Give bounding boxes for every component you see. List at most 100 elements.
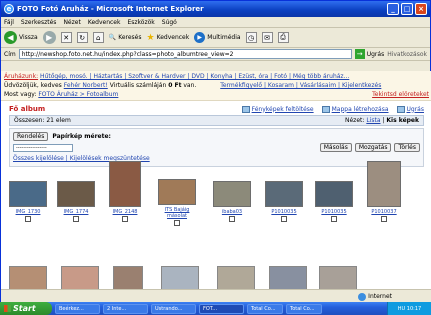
- thumbnail-caption[interactable]: IMG_2148: [113, 209, 138, 215]
- shop-label: Áruházunk:: [4, 73, 39, 80]
- menu-edit[interactable]: Szerkesztés: [21, 19, 57, 26]
- thumbnail-image[interactable]: [367, 161, 401, 207]
- thumbnail-image[interactable]: [61, 266, 99, 289]
- thumbnail-image[interactable]: [109, 161, 141, 207]
- thumbnail-item[interactable]: P1010037: [367, 159, 401, 222]
- thumbnail-caption[interactable]: IMG_1774: [64, 209, 89, 215]
- menu-file[interactable]: Fájl: [4, 19, 14, 26]
- thumbnail-checkbox[interactable]: [25, 216, 31, 222]
- prev-views-link[interactable]: Tekintsd elöreteket: [372, 90, 429, 99]
- thumbnail-caption[interactable]: ibaba03: [222, 209, 242, 215]
- thumbnail-image[interactable]: [57, 181, 95, 207]
- thumbnail-checkbox[interactable]: [174, 220, 180, 226]
- user-link[interactable]: Fehér Norbert!: [64, 82, 108, 89]
- view-list-link[interactable]: Lista: [366, 117, 380, 124]
- account-links[interactable]: Termékfigyelő | Kosaram | Vásárlásaim | …: [220, 82, 381, 89]
- thumbnail-item[interactable]: IMG_2148: [109, 159, 141, 222]
- jump-link[interactable]: Ugrás: [396, 105, 424, 113]
- zone-label: Internet: [368, 293, 392, 300]
- album-header: Fő album Fényképek feltöltése Mappa létr…: [1, 101, 431, 115]
- thumbnail-item[interactable]: P1010035: [315, 171, 353, 222]
- taskbar-item[interactable]: Total Co...: [286, 303, 322, 314]
- taskbar-item[interactable]: 2 Inte...: [103, 303, 148, 314]
- taskbar-item[interactable]: Ustrando...: [151, 303, 196, 314]
- thumbnail-image[interactable]: [315, 181, 353, 207]
- menu-help[interactable]: Súgó: [162, 19, 177, 26]
- address-bar: Cím http://newshop.foto.net.hu/index.php…: [1, 48, 430, 61]
- thumbnail-checkbox[interactable]: [229, 216, 235, 222]
- maximize-button[interactable]: □: [401, 3, 413, 15]
- taskbar-item[interactable]: Beérkez...: [55, 303, 100, 314]
- search-button[interactable]: 🔍 Keresés: [109, 34, 142, 41]
- taskbar-item[interactable]: Total Co...: [247, 303, 283, 314]
- favorites-button[interactable]: ★ Kedvencek: [147, 33, 190, 43]
- mail-icon[interactable]: ✉: [261, 32, 273, 43]
- paper-size-select[interactable]: -----------------: [13, 143, 73, 152]
- thumbnail-item[interactable]: P1010035: [265, 171, 303, 222]
- thumbnail-image[interactable]: [319, 266, 357, 289]
- go-label: Ugrás: [366, 50, 385, 58]
- move-button[interactable]: Mozgatás: [354, 143, 392, 152]
- thumbnail-checkbox[interactable]: [381, 216, 387, 222]
- media-icon: ▶: [194, 32, 206, 43]
- thumbnail-checkbox[interactable]: [73, 216, 79, 222]
- thumbnail-image[interactable]: [217, 266, 255, 289]
- media-button[interactable]: ▶ Multimédia: [194, 32, 241, 43]
- thumbnail-image[interactable]: [213, 181, 251, 207]
- thumbnail-caption[interactable]: ITS Bajáig másolat: [157, 207, 197, 219]
- menu-favorites[interactable]: Kedvencek: [88, 19, 121, 26]
- forward-arrow-icon[interactable]: ▶: [42, 31, 56, 44]
- thumbnail-checkbox[interactable]: [281, 216, 287, 222]
- thumbnail-caption[interactable]: P1010035: [321, 209, 346, 215]
- status-bar: Internet: [1, 289, 431, 303]
- menu-tools[interactable]: Eszközök: [127, 19, 154, 26]
- address-input[interactable]: http://newshop.foto.net.hu/index.php?cla…: [18, 49, 352, 59]
- thumbnail-item[interactable]: ITS Bajáig másolat: [157, 171, 197, 226]
- copy-button[interactable]: Másolás: [319, 143, 352, 152]
- taskbar-item[interactable]: FOT...: [199, 303, 244, 314]
- star-icon: ★: [146, 32, 155, 43]
- breadcrumb: Most vagy: FOTO Áruház > Fotoalbum Tekin…: [4, 90, 429, 99]
- thumbnail-checkbox[interactable]: [331, 216, 337, 222]
- thumbnail-image[interactable]: [161, 266, 199, 289]
- home-icon[interactable]: ⌂: [92, 32, 104, 43]
- shop-category-links[interactable]: Hűtőgép, mosó. | Háztartás | Szoftver & …: [40, 73, 349, 80]
- browser-window: e FOTO Fotó Áruház - Microsoft Internet …: [0, 0, 431, 303]
- thumbnail-checkbox[interactable]: [122, 216, 128, 222]
- balance-value: 0 Ft: [168, 82, 182, 89]
- delete-button[interactable]: Törlés: [394, 143, 420, 152]
- refresh-icon[interactable]: ↻: [76, 32, 88, 43]
- back-label: Vissza: [19, 34, 38, 41]
- thumbnail-item[interactable]: ibaba03: [213, 171, 251, 222]
- stop-icon[interactable]: ✕: [60, 32, 72, 43]
- thumbnail-image[interactable]: [9, 181, 47, 207]
- history-icon[interactable]: ◷: [245, 32, 257, 43]
- back-button[interactable]: ◀ Vissza: [4, 31, 38, 44]
- menu-view[interactable]: Nézet: [63, 19, 80, 26]
- start-button[interactable]: Start: [0, 302, 52, 315]
- thumbnail-item[interactable]: IMG_1774: [57, 171, 95, 222]
- thumbnail-item[interactable]: IMG_1730: [9, 171, 47, 222]
- thumbnail-image[interactable]: [265, 181, 303, 207]
- order-button[interactable]: Rendelés: [13, 132, 49, 141]
- breadcrumb-prefix: Most vagy:: [4, 91, 37, 98]
- close-button[interactable]: ×: [415, 3, 427, 15]
- create-folder-link[interactable]: Mappa létrehozása: [321, 105, 389, 113]
- balance-suffix: van.: [183, 82, 197, 89]
- view-small-link[interactable]: Kis képek: [386, 117, 419, 124]
- print-icon[interactable]: ⎙: [277, 32, 289, 43]
- links-label[interactable]: Hivatkozások: [387, 51, 427, 58]
- minimize-button[interactable]: _: [387, 3, 399, 15]
- thumbnail-image[interactable]: [158, 179, 196, 205]
- thumbnail-caption[interactable]: IMG_1730: [16, 209, 41, 215]
- thumbnail-image[interactable]: [113, 266, 143, 289]
- breadcrumb-path[interactable]: FOTO Áruház > Fotoalbum: [38, 91, 118, 98]
- count-bar: Összesen: 21 elem Nézet: Lista | Kis kép…: [9, 115, 424, 126]
- upload-photos-link[interactable]: Fényképek feltöltése: [241, 105, 314, 113]
- thumbnail-image[interactable]: [9, 266, 47, 289]
- folder-icon: [321, 105, 330, 113]
- thumbnail-image[interactable]: [269, 266, 307, 289]
- thumbnail-caption[interactable]: P1010035: [271, 209, 296, 215]
- thumbnail-caption[interactable]: P1010037: [371, 209, 396, 215]
- go-button[interactable]: → Ugrás: [354, 49, 385, 59]
